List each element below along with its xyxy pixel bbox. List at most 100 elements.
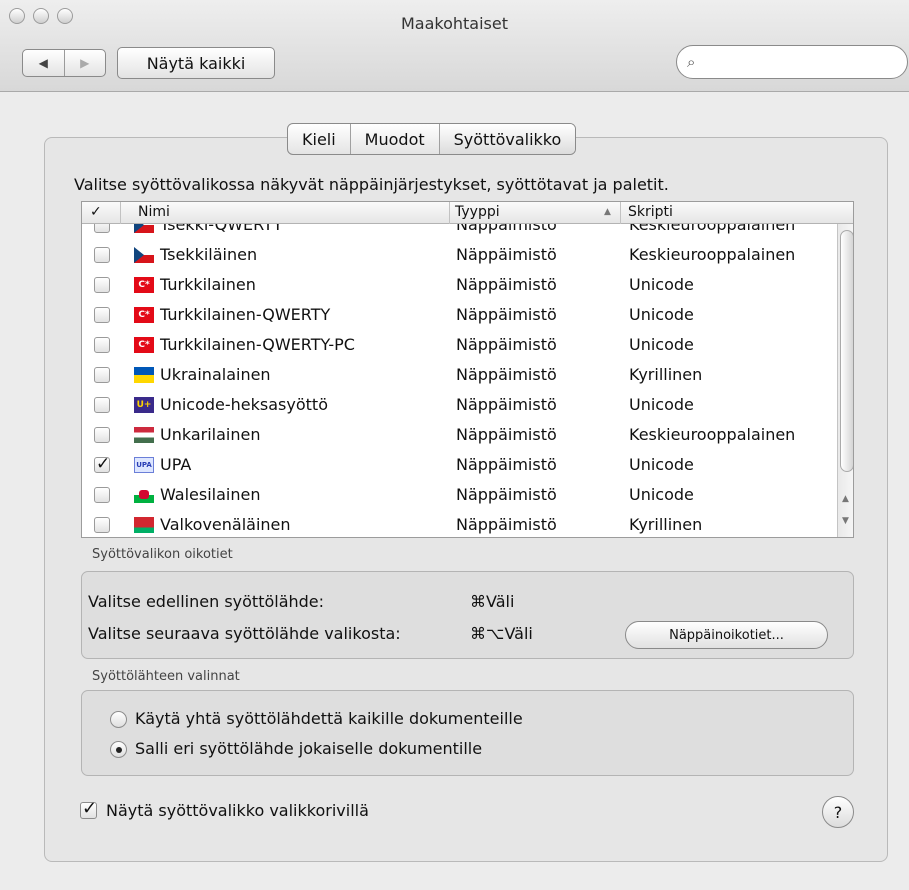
belarus-flag-icon — [134, 517, 154, 533]
window-title: Maakohtaiset — [400, 14, 508, 33]
turkish-flag-icon: C* — [134, 307, 154, 323]
row-checkbox[interactable] — [94, 367, 110, 383]
row-type: Näppäimistö — [456, 335, 557, 354]
scroll-up-icon[interactable]: ▲ — [842, 494, 849, 504]
row-checkbox[interactable] — [94, 427, 110, 443]
row-checkbox[interactable] — [94, 517, 110, 533]
checkmark-icon: ✓ — [96, 454, 111, 474]
column-header-script[interactable]: Skripti — [628, 204, 673, 220]
navigation-buttons: ◀ ▶ — [22, 49, 106, 77]
row-type: Näppäimistö — [456, 305, 557, 324]
show-input-menu-checkbox[interactable]: ✓ — [80, 798, 97, 819]
row-script: Unicode — [629, 485, 694, 504]
search-input[interactable] — [707, 52, 897, 72]
row-script: Unicode — [629, 305, 694, 324]
table-row[interactable]: C* Turkkilainen-QWERTY-PC Näppäimistö Un… — [82, 330, 837, 360]
toolbar: Maakohtaiset ◀ ▶ Näytä kaikki ⌕ — [0, 0, 909, 92]
row-checkbox[interactable] — [94, 307, 110, 323]
back-button[interactable]: ◀ — [23, 50, 64, 76]
turkish-flag-icon: C* — [134, 277, 154, 293]
table-row[interactable]: Tsekkiläinen Näppäimistö Keskieurooppala… — [82, 240, 837, 270]
column-header-type[interactable]: Tyyppi — [455, 204, 500, 220]
row-type: Näppäimistö — [456, 224, 557, 234]
radio-same-source[interactable] — [110, 711, 127, 728]
vertical-scrollbar[interactable]: ▲ ▼ — [837, 224, 853, 537]
row-type: Näppäimistö — [456, 455, 557, 474]
source-options-section-label: Syöttölähteen valinnat — [92, 669, 240, 684]
scrollbar-thumb[interactable] — [840, 230, 853, 472]
table-row[interactable]: ✓ UPA UPA Näppäimistö Unicode — [82, 450, 837, 480]
row-name: Valkovenäläinen — [160, 515, 291, 534]
table-row[interactable]: Unkarilainen Näppäimistö Keskieurooppala… — [82, 420, 837, 450]
help-button[interactable]: ? — [822, 796, 854, 828]
show-all-button[interactable]: Näytä kaikki — [117, 47, 275, 79]
header-separator — [120, 202, 121, 224]
forward-button[interactable]: ▶ — [63, 50, 106, 76]
czech-flag-icon — [134, 224, 154, 233]
row-script: Kyrillinen — [629, 365, 703, 384]
czech-flag-icon — [134, 247, 154, 263]
row-script: Unicode — [629, 335, 694, 354]
row-script: Unicode — [629, 395, 694, 414]
checkmark-icon: ✓ — [82, 798, 98, 819]
table-row[interactable]: U+ Unicode-heksasyöttö Näppäimistö Unico… — [82, 390, 837, 420]
prev-source-label: Valitse edellinen syöttölähde: — [88, 592, 325, 611]
row-checkbox[interactable] — [94, 224, 110, 233]
row-type: Näppäimistö — [456, 425, 557, 444]
table-rows: Tsekki-QWERTY Näppäimistö Keskieurooppal… — [82, 224, 837, 537]
row-checkbox[interactable] — [94, 337, 110, 353]
search-field[interactable]: ⌕ — [676, 45, 908, 79]
row-type: Näppäimistö — [456, 395, 557, 414]
table-row[interactable]: C* Turkkilainen-QWERTY Näppäimistö Unico… — [82, 300, 837, 330]
header-separator — [620, 202, 621, 224]
row-type: Näppäimistö — [456, 365, 557, 384]
keyboard-shortcuts-button[interactable]: Näppäinoikotiet... — [625, 621, 828, 649]
row-name: Tsekkiläinen — [160, 245, 258, 264]
row-checkbox[interactable] — [94, 277, 110, 293]
radio-selected-dot — [116, 747, 122, 753]
hungarian-flag-icon — [134, 427, 154, 443]
turkish-flag-icon: C* — [134, 337, 154, 353]
scroll-down-icon[interactable]: ▼ — [842, 516, 849, 526]
column-header-name[interactable]: Nimi — [138, 204, 170, 220]
show-input-menu-label[interactable]: Näytä syöttövalikko valikkorivillä — [106, 801, 369, 820]
intro-text: Valitse syöttövalikossa näkyvät näppäinj… — [74, 175, 669, 194]
table-row[interactable]: C* Turkkilainen Näppäimistö Unicode — [82, 270, 837, 300]
row-name: Turkkilainen — [160, 275, 256, 294]
prev-source-shortcut: ⌘Väli — [470, 592, 515, 611]
radio-same-source-label[interactable]: Käytä yhtä syöttölähdettä kaikille dokum… — [135, 709, 523, 728]
column-header-check[interactable]: ✓ — [90, 204, 102, 220]
forward-arrow-icon: ▶ — [80, 56, 90, 70]
row-name: Tsekki-QWERTY — [160, 224, 283, 234]
row-type: Näppäimistö — [456, 485, 557, 504]
row-checkbox[interactable] — [94, 487, 110, 503]
row-checkbox[interactable] — [94, 247, 110, 263]
unicode-flag-icon: U+ — [134, 397, 154, 413]
sort-ascending-icon: ▲ — [604, 207, 611, 217]
shortcuts-section-label: Syöttövalikon oikotiet — [92, 547, 233, 562]
row-type: Näppäimistö — [456, 515, 557, 534]
next-source-label: Valitse seuraava syöttölähde valikosta: — [88, 624, 401, 643]
back-arrow-icon: ◀ — [38, 56, 48, 70]
row-name: Turkkilainen-QWERTY — [160, 305, 331, 324]
tab-muodot[interactable]: Muodot — [349, 124, 439, 154]
row-name: Ukrainalainen — [160, 365, 271, 384]
tab-kieli[interactable]: Kieli — [288, 124, 350, 154]
table-row[interactable]: Walesilainen Näppäimistö Unicode — [82, 480, 837, 510]
row-type: Näppäimistö — [456, 275, 557, 294]
tab-bar: Kieli Muodot Syöttövalikko — [287, 123, 577, 155]
source-options-group — [81, 690, 854, 776]
tab-syottovalikko[interactable]: Syöttövalikko — [438, 124, 576, 154]
table-row[interactable]: Valkovenäläinen Näppäimistö Kyrillinen — [82, 510, 837, 537]
radio-per-document-label[interactable]: Salli eri syöttölähde jokaiselle dokumen… — [135, 739, 482, 758]
row-checkbox[interactable] — [94, 397, 110, 413]
search-icon: ⌕ — [687, 53, 696, 71]
radio-per-document[interactable] — [110, 741, 127, 758]
row-script: Unicode — [629, 275, 694, 294]
header-separator — [449, 202, 450, 224]
row-name: UPA — [160, 455, 192, 474]
table-row[interactable]: Ukrainalainen Näppäimistö Kyrillinen — [82, 360, 837, 390]
row-checkbox[interactable]: ✓ — [94, 454, 111, 474]
table-row[interactable]: Tsekki-QWERTY Näppäimistö Keskieurooppal… — [82, 224, 837, 240]
row-name: Unkarilainen — [160, 425, 261, 444]
